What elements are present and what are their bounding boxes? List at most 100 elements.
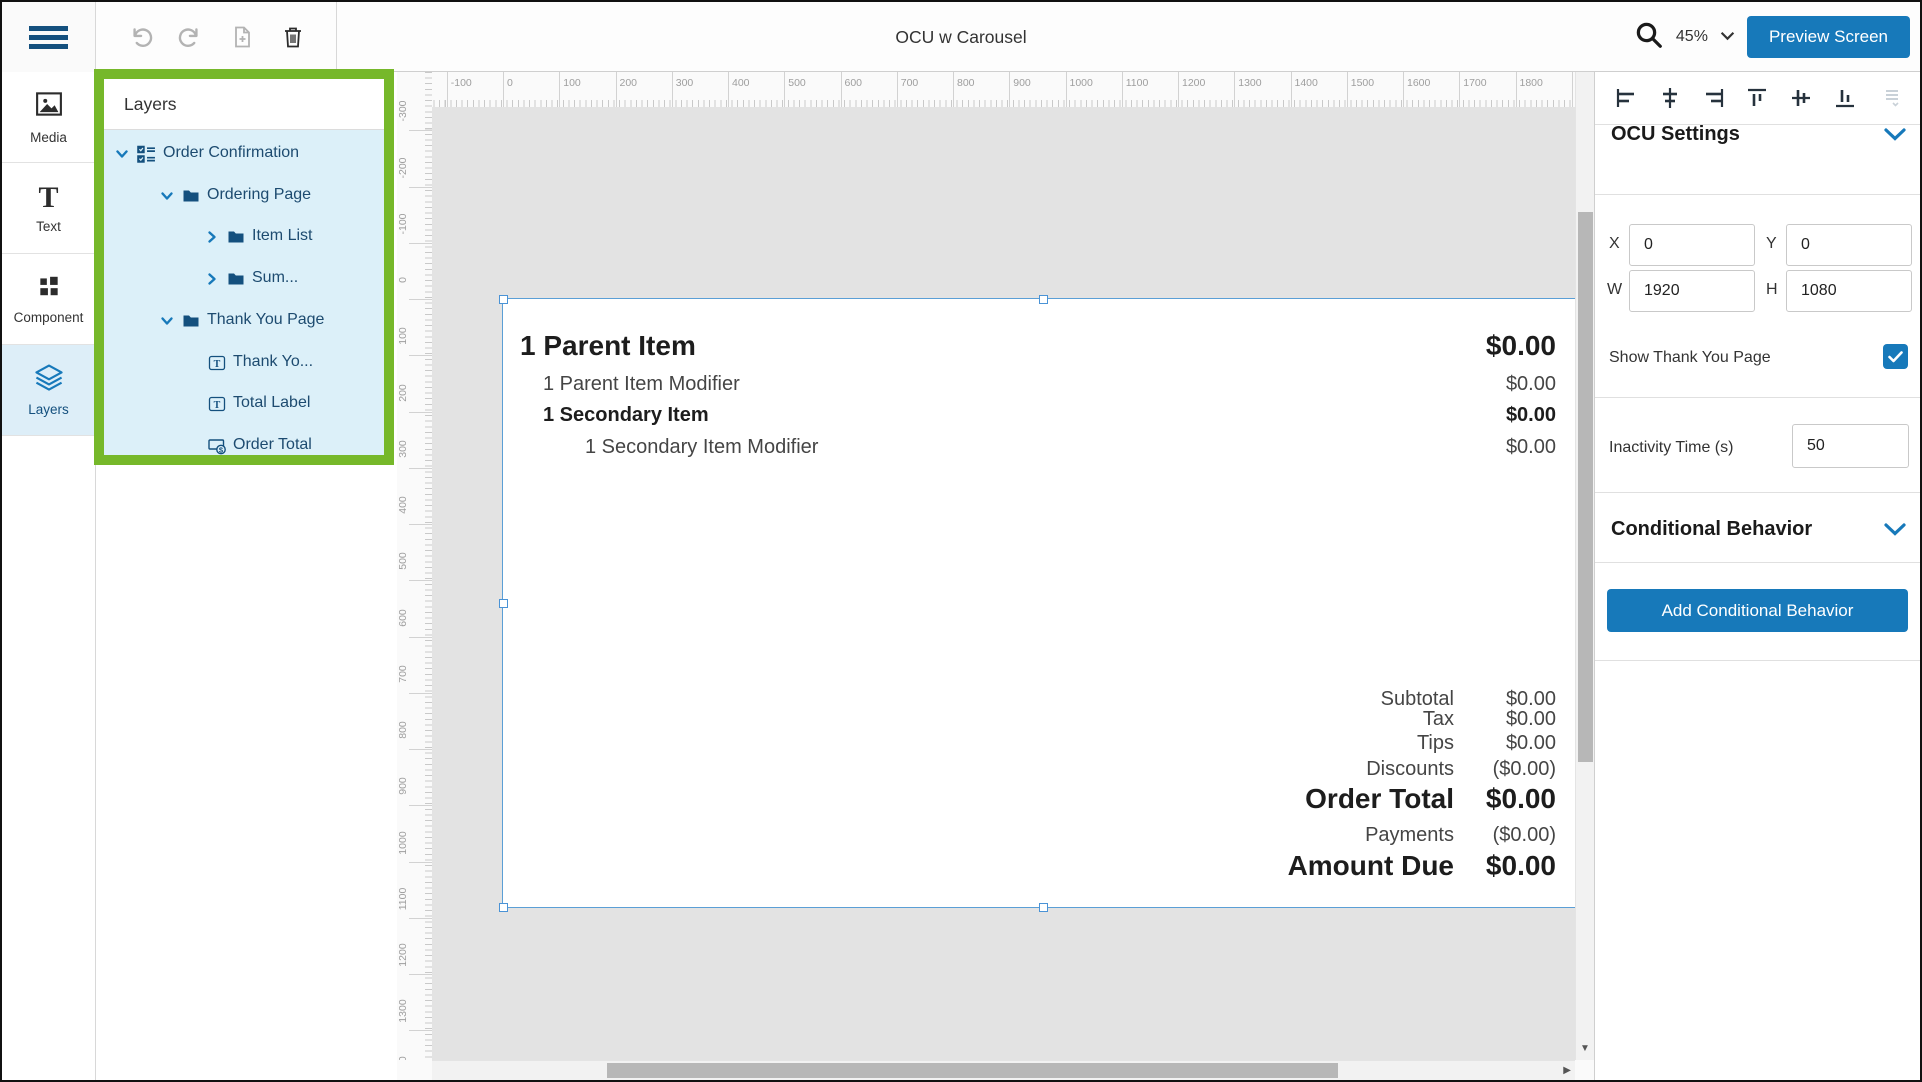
- ruler-number: 900: [397, 766, 411, 806]
- ruler-tick: [409, 580, 432, 581]
- x-label: X: [1609, 235, 1620, 253]
- chevron-down-icon[interactable]: [160, 189, 174, 203]
- w-label: W: [1607, 281, 1622, 299]
- horizontal-scrollbar[interactable]: ▶: [432, 1060, 1575, 1080]
- selection-handle[interactable]: [1039, 295, 1048, 304]
- vertical-ruler: -300-200-1000100200300400500600700800900…: [397, 72, 432, 1060]
- layer-label: Order Confirmation: [163, 144, 299, 162]
- ocu-settings-header[interactable]: OCU Settings: [1611, 112, 1906, 157]
- sidebar-item-component[interactable]: Component: [2, 254, 95, 345]
- zoom-chevron-down-icon[interactable]: [1720, 28, 1735, 46]
- ruler-number: 1100: [1126, 77, 1149, 89]
- check-icon: [1888, 351, 1903, 363]
- chevron-down-icon[interactable]: [1884, 128, 1906, 141]
- ruler-number: 200: [620, 77, 638, 89]
- chevron-right-icon[interactable]: [205, 230, 219, 244]
- total-label: Tax: [1423, 707, 1454, 731]
- hamburger-menu-button[interactable]: [2, 2, 96, 72]
- ruler-tick: [409, 524, 432, 525]
- align-top-icon[interactable]: [1742, 83, 1772, 113]
- ruler-tick: [672, 72, 673, 107]
- layers-tree: Order Confirmation Ordering PageItem List…: [104, 130, 384, 455]
- text-component-icon: T: [208, 354, 226, 372]
- show-thank-you-checkbox[interactable]: [1883, 344, 1908, 369]
- layers-panel-title: Layers: [104, 79, 384, 130]
- align-bottom-icon[interactable]: [1830, 83, 1860, 113]
- ruler-number: -300: [397, 91, 411, 131]
- chevron-down-icon[interactable]: [160, 314, 174, 328]
- scroll-down-arrow-icon[interactable]: ▼: [1580, 1043, 1590, 1054]
- chevron-down-icon[interactable]: [1884, 523, 1906, 536]
- new-document-button[interactable]: [225, 20, 259, 54]
- ruler-number: 1600: [1407, 77, 1430, 89]
- media-icon: [34, 89, 64, 124]
- layers-panel: Layers Order Confirmation Ordering PageIt…: [94, 69, 394, 465]
- w-input[interactable]: [1629, 270, 1755, 312]
- sidebar-item-layers[interactable]: Layers: [2, 345, 95, 436]
- layer-row-sum[interactable]: Sum...: [104, 259, 384, 301]
- y-input[interactable]: [1786, 224, 1912, 266]
- horizontal-scrollbar-thumb[interactable]: [607, 1063, 1338, 1078]
- align-center-vertical-icon[interactable]: [1786, 83, 1816, 113]
- receipt-item-price: $0.00: [1506, 402, 1556, 428]
- delete-button[interactable]: [276, 20, 310, 54]
- receipt-item-text: 1 Parent Item: [520, 329, 696, 363]
- ruler-number: 1400: [397, 1048, 411, 1061]
- scroll-right-arrow-icon[interactable]: ▶: [1563, 1065, 1571, 1076]
- layer-label: Sum...: [252, 269, 298, 287]
- selection-handle[interactable]: [499, 295, 508, 304]
- folder-icon: [227, 270, 245, 288]
- redo-button[interactable]: [174, 20, 208, 54]
- ruler-number: 300: [676, 77, 694, 89]
- layer-row-order-total[interactable]: $Order Total: [104, 426, 384, 455]
- sidebar-item-label: Media: [30, 130, 67, 145]
- layer-row-ordering-page[interactable]: Ordering Page: [104, 176, 384, 218]
- ruler-number: 1700: [1463, 77, 1486, 89]
- chevron-right-icon[interactable]: [205, 272, 219, 286]
- zoom-search-icon[interactable]: [1634, 20, 1664, 55]
- h-input[interactable]: [1786, 270, 1912, 312]
- vertical-scrollbar-thumb[interactable]: [1578, 212, 1593, 762]
- sidebar-item-label: Text: [36, 219, 61, 234]
- selection-handle[interactable]: [1039, 903, 1048, 912]
- app-window: 1 Parent Item$0.001 Parent Item Modifier…: [0, 0, 1922, 1082]
- align-center-horizontal-icon[interactable]: [1655, 83, 1685, 113]
- layer-row-order-confirmation[interactable]: Order Confirmation: [104, 134, 384, 176]
- receipt-item-text: 1 Secondary Item: [543, 402, 709, 428]
- conditional-behavior-header[interactable]: Conditional Behavior: [1611, 507, 1906, 552]
- canvas-background[interactable]: 1 Parent Item$0.001 Parent Item Modifier…: [432, 107, 1575, 1060]
- align-left-icon[interactable]: [1611, 83, 1641, 113]
- total-value: $0.00: [1486, 849, 1556, 883]
- layer-row-item-list[interactable]: Item List: [104, 217, 384, 259]
- folder-icon: [182, 312, 200, 330]
- inactivity-time-input[interactable]: [1792, 424, 1909, 468]
- receipt-item-price: $0.00: [1506, 371, 1556, 397]
- align-right-icon[interactable]: [1699, 83, 1729, 113]
- design-screen-selected[interactable]: 1 Parent Item$0.001 Parent Item Modifier…: [503, 299, 1575, 907]
- ruler-tick: [409, 243, 432, 244]
- preview-screen-button[interactable]: Preview Screen: [1747, 16, 1910, 58]
- layer-row-total-label[interactable]: TTotal Label: [104, 384, 384, 426]
- ruler-tick: [409, 468, 432, 469]
- undo-button[interactable]: [123, 20, 157, 54]
- selection-handle[interactable]: [499, 599, 508, 608]
- ruler-tick: [1403, 72, 1404, 107]
- add-conditional-behavior-button[interactable]: Add Conditional Behavior: [1607, 589, 1908, 632]
- layer-row-thank-yo[interactable]: TThank Yo...: [104, 343, 384, 385]
- zoom-level[interactable]: 45%: [1676, 28, 1708, 46]
- canvas-area: 1 Parent Item$0.001 Parent Item Modifier…: [397, 72, 1594, 1080]
- x-input[interactable]: [1629, 224, 1755, 266]
- sidebar-item-text[interactable]: TText: [2, 163, 95, 254]
- chevron-down-icon[interactable]: [115, 147, 129, 161]
- ruler-number: 1000: [397, 823, 411, 863]
- receipt-total-row: Tax$0.00: [503, 707, 1575, 733]
- selection-handle[interactable]: [499, 903, 508, 912]
- sidebar-item-media[interactable]: Media: [2, 72, 95, 163]
- total-label: Payments: [1365, 823, 1454, 847]
- ruler-number: 1000: [1070, 77, 1093, 89]
- ruler-number: 1300: [397, 991, 411, 1031]
- vertical-scrollbar[interactable]: ▼: [1575, 72, 1594, 1060]
- horizontal-ruler: -100010020030040050060070080090010001100…: [397, 72, 1575, 107]
- total-label: Order Total: [1305, 782, 1454, 816]
- layer-row-thank-you-page[interactable]: Thank You Page: [104, 301, 384, 343]
